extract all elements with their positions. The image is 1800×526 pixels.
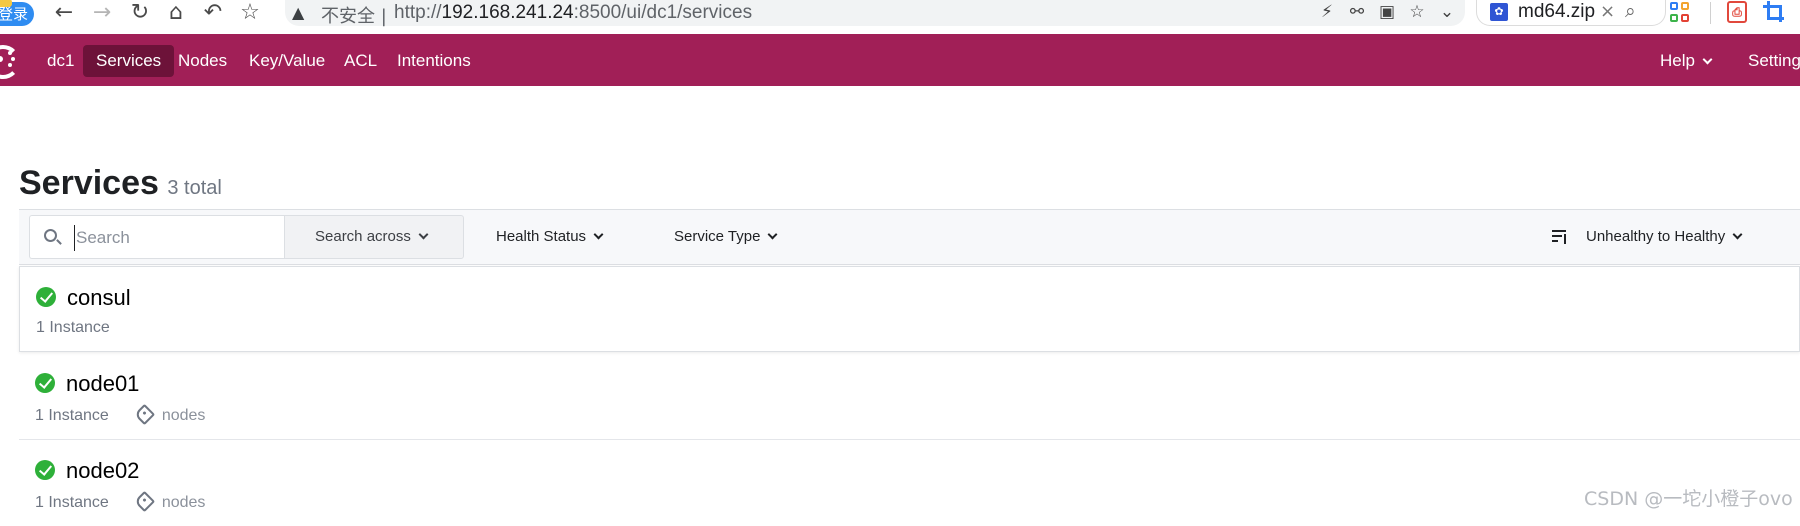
service-tag: nodes: [161, 494, 206, 511]
search-across-dropdown[interactable]: Search across: [284, 215, 464, 259]
search-input[interactable]: [74, 225, 274, 251]
chevron-down-icon: [1702, 54, 1713, 65]
home-icon[interactable]: ⌂: [162, 1, 190, 25]
instance-count: 1 Instance: [35, 407, 109, 424]
watermark: CSDN @一坨小橙子ovo: [1584, 488, 1793, 510]
chevron-down-icon: [418, 229, 429, 240]
health-status-label: Health Status: [496, 228, 587, 245]
service-name[interactable]: consul: [67, 285, 131, 311]
tag-icon: [133, 403, 155, 426]
nav-item-intentions[interactable]: Intentions: [384, 45, 484, 77]
service-count: 3 total: [167, 177, 222, 199]
nav-item-nodes[interactable]: Nodes: [165, 45, 240, 77]
top-navigation: dc1 Services Nodes Key/Value ACL Intenti…: [0, 34, 1800, 86]
service-type-dropdown[interactable]: Service Type: [674, 215, 778, 259]
settings-menu[interactable]: Settings: [1748, 45, 1800, 77]
nav-item-acl[interactable]: ACL: [331, 45, 390, 77]
search-icon[interactable]: ⌕: [1625, 0, 1636, 22]
instance-count: 1 Instance: [36, 319, 110, 336]
passing-check-icon: [36, 287, 56, 307]
service-row-node02[interactable]: node02 1 Instance nodes: [19, 440, 1800, 526]
bookmark-star-icon[interactable]: ☆: [236, 1, 264, 25]
help-menu[interactable]: Help: [1660, 45, 1713, 77]
consul-logo-icon[interactable]: [0, 45, 20, 79]
browser-toolbar: 登录 ← → ↻ ⌂ ↶ ☆ ▲ 不安全 | http://192.168.24…: [0, 0, 1800, 34]
apps-grid-icon[interactable]: [1670, 2, 1690, 22]
sort-icon[interactable]: [1552, 230, 1568, 244]
nav-item-key-value[interactable]: Key/Value: [236, 45, 338, 77]
service-type-label: Service Type: [674, 228, 761, 245]
sort-dropdown[interactable]: Unhealthy to Healthy: [1586, 215, 1743, 259]
forward-icon[interactable]: →: [88, 1, 116, 25]
search-across-label: Search across: [315, 228, 411, 245]
address-bar-tools: ⚡ ⚯ ▣ ☆ ⌄: [1312, 2, 1462, 22]
service-meta: 1 Instance nodes: [35, 403, 206, 426]
search-field[interactable]: [29, 215, 284, 259]
page-title: Services: [19, 164, 159, 202]
toolbar-divider: [1710, 2, 1711, 24]
passing-check-icon: [35, 373, 55, 393]
datacenter-selector[interactable]: dc1: [34, 45, 87, 77]
service-name[interactable]: node01: [66, 371, 139, 397]
passing-check-icon: [35, 460, 55, 480]
service-tag: nodes: [161, 407, 206, 424]
sort-label: Unhealthy to Healthy: [1586, 228, 1726, 245]
translate-icon[interactable]: ▣: [1372, 2, 1402, 22]
side-search-text[interactable]: md64.zip: [1518, 1, 1595, 23]
page-header: Services 3 total: [19, 164, 222, 203]
chevron-down-icon[interactable]: ⌄: [1432, 2, 1462, 22]
nav-item-services[interactable]: Services: [83, 45, 175, 77]
help-label: Help: [1660, 51, 1695, 70]
filter-bar: Search across Health Status Service Type…: [19, 210, 1800, 265]
service-row-node01[interactable]: node01 1 Instance nodes: [19, 353, 1800, 439]
chevron-down-icon: [593, 229, 604, 240]
undo-icon[interactable]: ↶: [199, 1, 227, 25]
chevron-down-icon: [1732, 229, 1743, 240]
url-text[interactable]: http://192.168.241.24:8500/ui/dc1/servic…: [394, 2, 752, 24]
share-icon[interactable]: ⚯: [1342, 2, 1372, 22]
tag-icon: [133, 490, 155, 513]
back-icon[interactable]: ←: [50, 1, 78, 25]
login-badge[interactable]: 登录: [0, 0, 34, 26]
search-icon: [44, 229, 57, 242]
service-row-consul[interactable]: consul 1 Instance: [19, 266, 1800, 352]
warning-icon[interactable]: ▲: [292, 3, 304, 22]
paw-icon: ✿: [1490, 3, 1508, 21]
health-status-dropdown[interactable]: Health Status: [496, 215, 604, 259]
chevron-down-icon: [767, 229, 778, 240]
instance-count: 1 Instance: [35, 494, 109, 511]
service-meta: 1 Instance nodes: [35, 490, 206, 513]
crop-icon[interactable]: [1763, 1, 1785, 23]
lightning-icon[interactable]: ⚡: [1312, 2, 1342, 22]
reload-icon[interactable]: ↻: [126, 1, 154, 25]
favorite-icon[interactable]: ☆: [1402, 2, 1432, 22]
close-icon[interactable]: ×: [1600, 1, 1615, 22]
service-name[interactable]: node02: [66, 458, 139, 484]
pdf-icon[interactable]: ⎙: [1727, 1, 1747, 23]
security-label[interactable]: 不安全 |: [321, 2, 387, 28]
